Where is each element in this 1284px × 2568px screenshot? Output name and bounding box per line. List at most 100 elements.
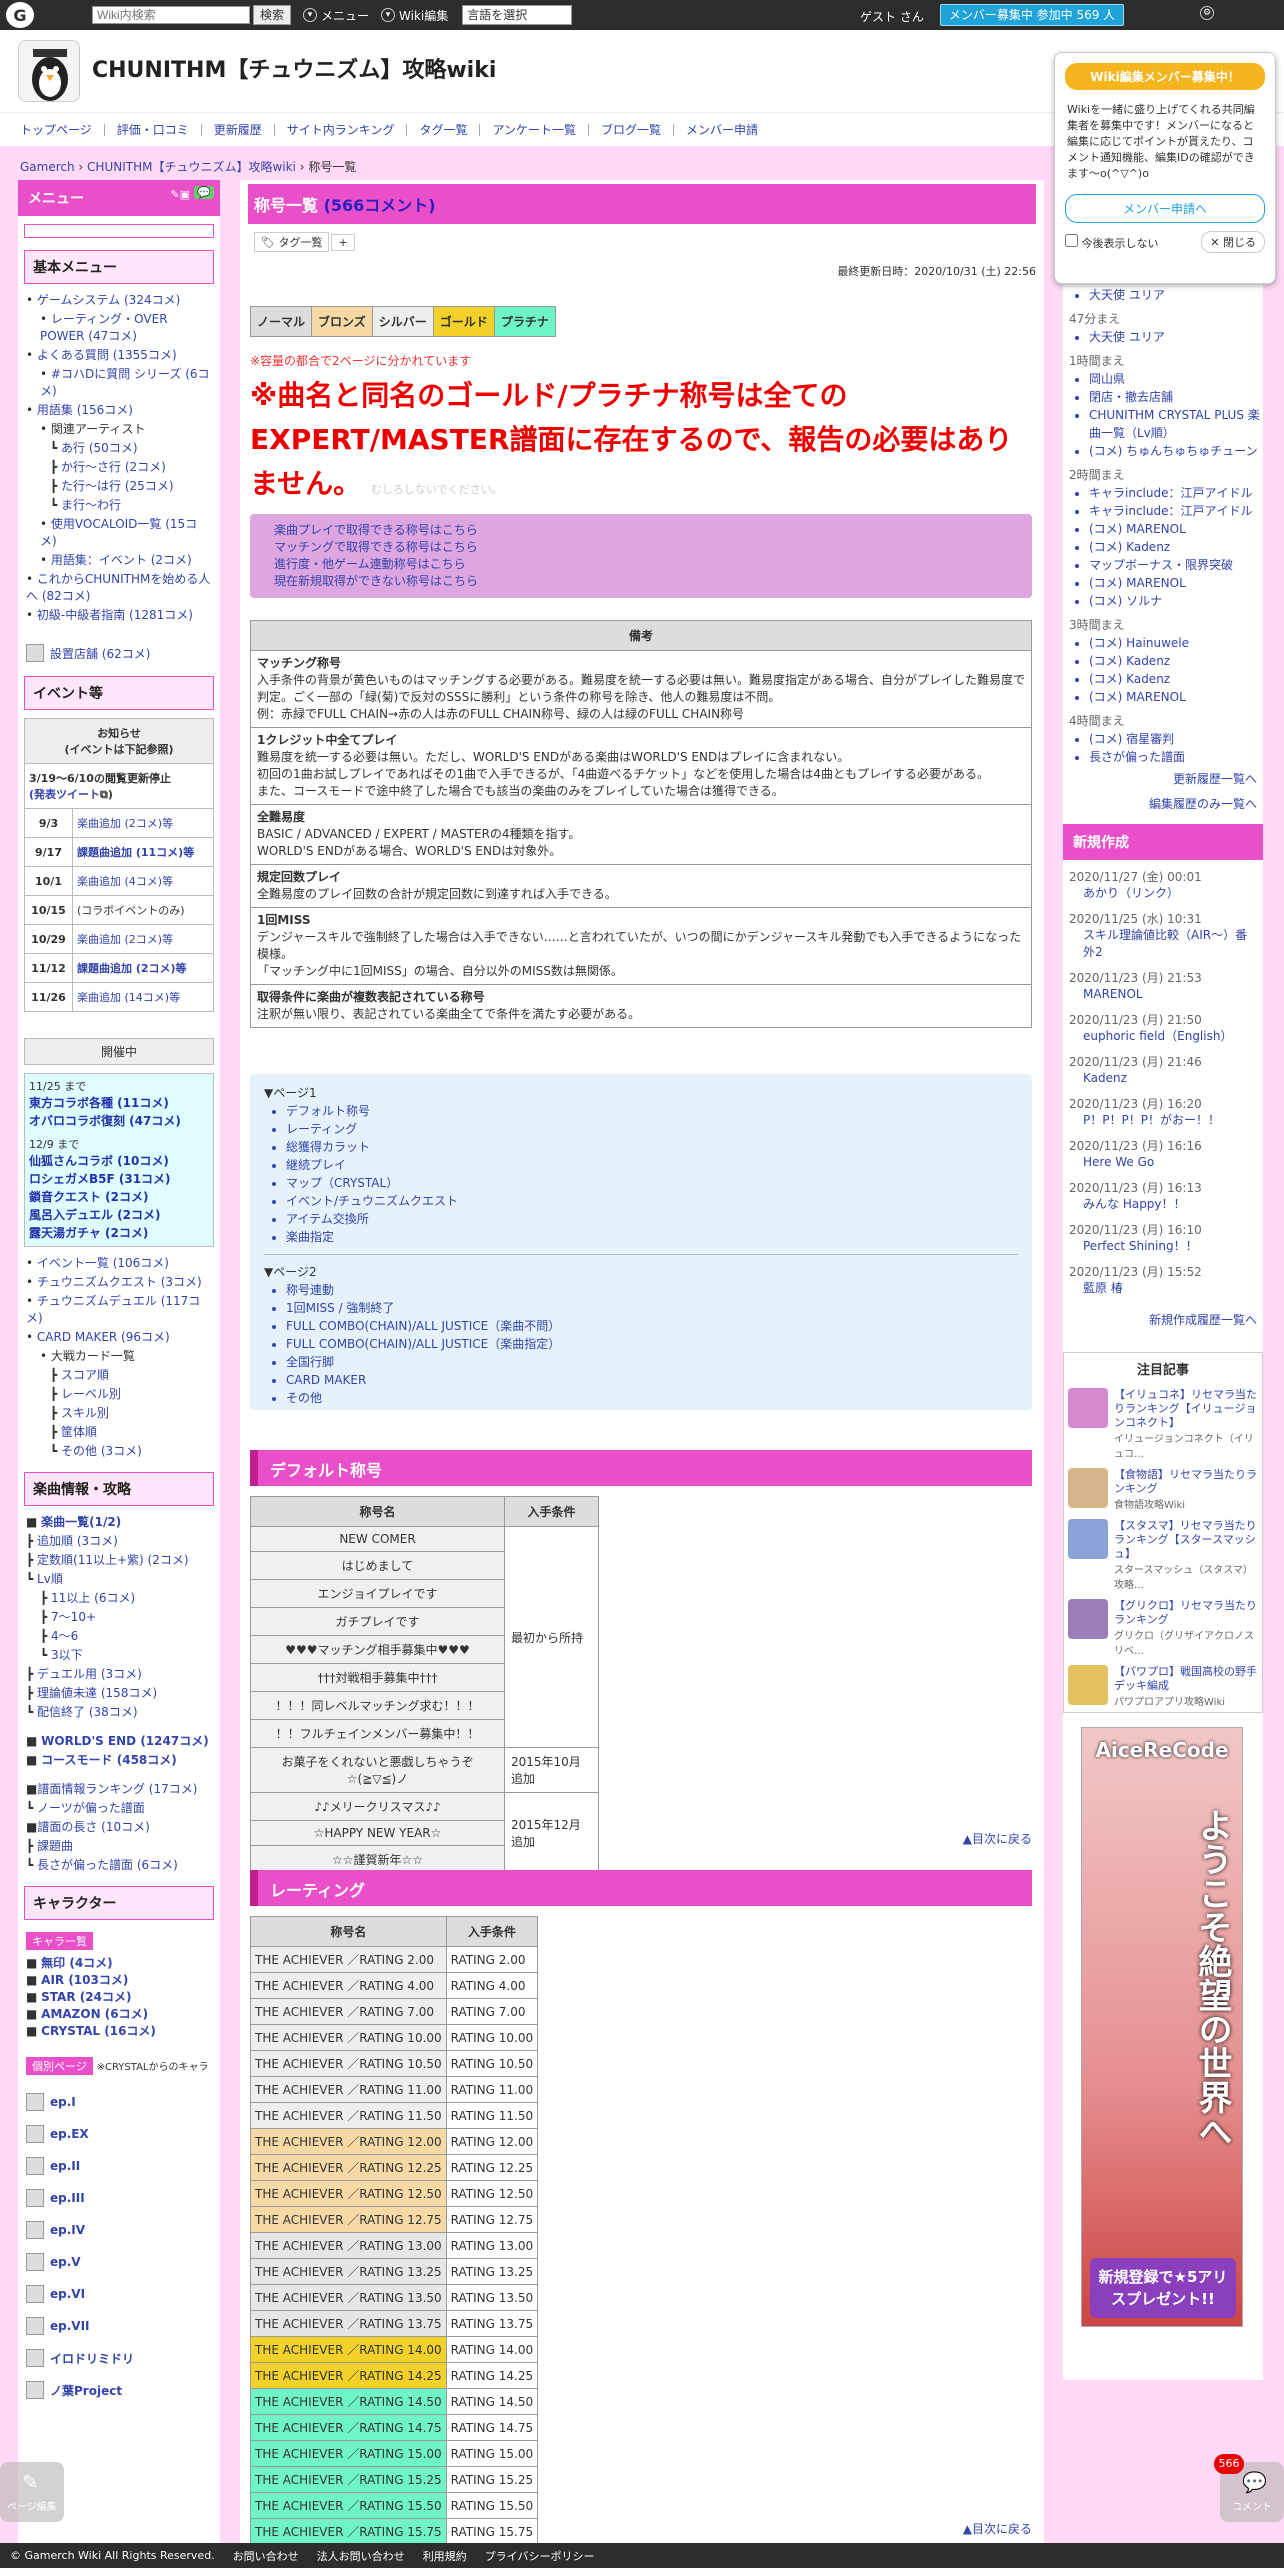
sidebar-link[interactable]: 筐体順	[61, 1425, 97, 1439]
nav-top[interactable]: トップページ	[20, 123, 105, 136]
ongoing-link[interactable]: 風呂入デュエル (2コメ)	[29, 1206, 209, 1224]
toc-item[interactable]: デフォルト称号	[286, 1102, 1018, 1120]
sidebar-item[interactable]: ┣ 7～10+	[26, 1609, 212, 1626]
new-page-link[interactable]: Perfect Shining！！	[1063, 1238, 1263, 1255]
sidebar-link[interactable]: た行～は行 (25コメ)	[61, 479, 173, 493]
sidebar-link[interactable]: 7～10+	[51, 1610, 96, 1624]
wiki-search-input[interactable]	[92, 6, 250, 24]
sidebar-link[interactable]: デュエル用 (3コメ)	[37, 1667, 142, 1681]
link-matching[interactable]: マッチングで取得できる称号はこちら	[274, 539, 1008, 556]
back-to-toc-link[interactable]: ▲目次に戻る	[963, 1830, 1032, 1847]
page-edit-float-button[interactable]: ✎ ページ編集	[0, 2462, 64, 2522]
chara-item[interactable]: ■ CRYSTAL (16コメ)	[26, 2022, 212, 2039]
recent-item[interactable]: 大天使 ユリア	[1089, 286, 1263, 304]
sidebar-link[interactable]: 理論値未達 (158コメ)	[37, 1686, 157, 1700]
sidebar-link[interactable]: 使用VOCALOID一覧 (15コメ)	[40, 517, 197, 548]
sidebar-item[interactable]: ┗ 長さが偏った譜面 (6コメ)	[26, 1857, 212, 1874]
recent-item[interactable]: (コメ) MARENOL	[1089, 574, 1263, 592]
sidebar-item[interactable]: ┣ か行～さ行 (2コメ)	[26, 459, 212, 476]
sidebar-link[interactable]: 4～6	[51, 1629, 78, 1643]
recent-item[interactable]: (コメ) Kadenz	[1089, 670, 1263, 688]
toc-item[interactable]: 全国行脚	[286, 1353, 1018, 1371]
edit-icon[interactable]: ✎▣	[170, 188, 190, 201]
sidebar-link[interactable]: チュウニズムデュエル (117コメ)	[26, 1294, 200, 1325]
sidebar-item[interactable]: ■譜面情報ランキング (17コメ)	[26, 1781, 212, 1798]
hide-checkbox[interactable]: 今後表示しない	[1065, 233, 1159, 251]
chara-link[interactable]: STAR (24コメ)	[41, 1990, 131, 2004]
sidebar-link[interactable]: 用語集 (156コメ)	[37, 403, 133, 417]
sidebar-link[interactable]: その他 (3コメ)	[61, 1444, 142, 1458]
new-page-link[interactable]: Here We Go	[1063, 1154, 1263, 1171]
sidebar-item[interactable]: ┣ レーベル別	[26, 1386, 212, 1403]
sidebar-link[interactable]: 11以上 (6コメ)	[51, 1591, 135, 1605]
toc-page2[interactable]: ▼ページ2	[264, 1263, 1018, 1281]
sidebar-link[interactable]: 3以下	[51, 1648, 83, 1662]
toc-item[interactable]: FULL COMBO(CHAIN)/ALL JUSTICE（楽曲不問）	[286, 1317, 1018, 1335]
sidebar-item[interactable]: ┗ あ行 (50コメ)	[26, 440, 212, 457]
ep-link[interactable]: ep.II	[26, 2157, 212, 2175]
sidebar-link[interactable]: レーベル別	[61, 1387, 121, 1401]
sidebar-link[interactable]: ゲームシステム (324コメ)	[37, 293, 180, 307]
sidebar-link[interactable]: Lv順	[37, 1572, 63, 1586]
recent-item[interactable]: キャラinclude：江戸アイドル	[1089, 484, 1263, 502]
chara-item[interactable]: ■ AIR (103コメ)	[26, 1971, 212, 1988]
sidebar-item[interactable]: 使用VOCALOID一覧 (15コメ)	[26, 516, 212, 550]
search-button[interactable]: 検索	[253, 5, 292, 25]
sidebar-item[interactable]: ┣ 筐体順	[26, 1424, 212, 1441]
footer-link-terms[interactable]: 利用規約	[423, 2548, 467, 2564]
featured-item[interactable]: 【スタスマ】リセマラ当たりランキング【スタースマッシュ】 スタースマッシュ（スタス…	[1064, 1515, 1262, 1595]
footer-link-corp[interactable]: 法人お問い合わせ	[317, 2548, 405, 2564]
sidebar-item[interactable]: ┣ スキル別	[26, 1405, 212, 1422]
sidebar-item[interactable]: ┗ 配信終了 (38コメ)	[26, 1704, 212, 1721]
ongoing-link[interactable]: 仙狐さんコラボ (10コメ)	[29, 1152, 209, 1170]
sidebar-item[interactable]: 用語集：イベント (2コメ)	[26, 552, 212, 569]
event-link[interactable]: 課題曲追加 (2コメ)等	[77, 962, 187, 975]
nav-ranking[interactable]: サイト内ランキング	[275, 123, 408, 136]
sidebar-link[interactable]: スキル別	[61, 1406, 109, 1420]
ongoing-link[interactable]: 露天湯ガチャ (2コメ)	[29, 1224, 209, 1242]
nav-blog[interactable]: ブログ一覧	[589, 123, 675, 136]
sidebar-item[interactable]: ┗ その他 (3コメ)	[26, 1443, 212, 1460]
toc-item[interactable]: 楽曲指定	[286, 1228, 1018, 1246]
sidebar-item[interactable]: ┗ Lv順	[26, 1571, 212, 1588]
sidebar-link[interactable]: これからCHUNITHMを始める人へ (82コメ)	[26, 572, 210, 603]
sidebar-item[interactable]: CARD MAKER (96コメ)	[26, 1329, 212, 1346]
sidebar-link[interactable]: CARD MAKER (96コメ)	[37, 1330, 170, 1344]
ep-link[interactable]: ep.IV	[26, 2221, 212, 2239]
toc-item[interactable]: 称号連動	[286, 1281, 1018, 1299]
sidebar-item[interactable]: 初級-中級者指南 (1281コメ)	[26, 607, 212, 624]
sidebar-link[interactable]: 譜面の長さ (10コメ)	[37, 1820, 149, 1834]
sidebar-link[interactable]: 楽曲一覧(1/2)	[41, 1515, 121, 1529]
sidebar-item[interactable]: ┗ ノーツが偏った譜面	[26, 1800, 212, 1817]
popup-apply-button[interactable]: メンバー申請へ	[1065, 194, 1265, 223]
new-page-link[interactable]: みんな Happy！！	[1063, 1196, 1263, 1213]
ep-link[interactable]: ep.V	[26, 2253, 212, 2271]
sidebar-item[interactable]: レーティング・OVER POWER (47コメ)	[26, 311, 212, 345]
wiki-edit-toggle[interactable]: ▾ Wiki編集	[381, 7, 448, 24]
gamerch-logo[interactable]: G	[6, 2, 34, 28]
sidebar-link[interactable]: レーティング・OVER POWER (47コメ)	[40, 312, 168, 343]
recent-item[interactable]: 閉店・撤去店舗	[1089, 388, 1263, 406]
sidebar-link[interactable]: 追加順 (3コメ)	[37, 1534, 118, 1548]
sidebar-item[interactable]: チュウニズムデュエル (117コメ)	[26, 1293, 212, 1327]
sidebar-item[interactable]: ┣ 定数順(11以上+紫) (2コメ)	[26, 1552, 212, 1569]
sidebar-item[interactable]: ┣ デュエル用 (3コメ)	[26, 1666, 212, 1683]
recent-item[interactable]: (コメ) ソルナ	[1089, 592, 1263, 610]
recent-item[interactable]: マップボーナス・限界突破	[1089, 556, 1263, 574]
featured-item[interactable]: 【食物語】リセマラ当たりランキング 食物語攻略Wiki	[1064, 1464, 1262, 1515]
toc-item[interactable]: その他	[286, 1389, 1018, 1407]
ep-link[interactable]: ep.III	[26, 2189, 212, 2207]
chara-link[interactable]: CRYSTAL (16コメ)	[41, 2024, 156, 2038]
menu-toggle[interactable]: ▾ メニュー	[303, 7, 369, 24]
featured-item[interactable]: 【イリュコネ】リセマラ当たりランキング【イリュージョンコネクト】 イリュージョンコ…	[1064, 1384, 1262, 1464]
recent-item[interactable]: (コメ) Kadenz	[1089, 538, 1263, 556]
sidebar-link[interactable]: よくある質問 (1355コメ)	[37, 348, 177, 362]
nav-history[interactable]: 更新履歴	[202, 123, 275, 136]
link-progress[interactable]: 進行度・他ゲーム連動称号はこちら	[274, 556, 1008, 573]
back-to-toc-link[interactable]: ▲目次に戻る	[963, 2520, 1032, 2537]
chara-link[interactable]: AIR (103コメ)	[41, 1973, 128, 1987]
site-title[interactable]: CHUNITHM【チュウニズム】攻略wiki	[92, 52, 496, 84]
equip-link[interactable]: 設置店舗 (62コメ)	[26, 644, 212, 662]
ongoing-link[interactable]: オバロコラボ復刻 (47コメ)	[29, 1112, 209, 1130]
sidebar-link[interactable]: か行～さ行 (2コメ)	[61, 460, 166, 474]
